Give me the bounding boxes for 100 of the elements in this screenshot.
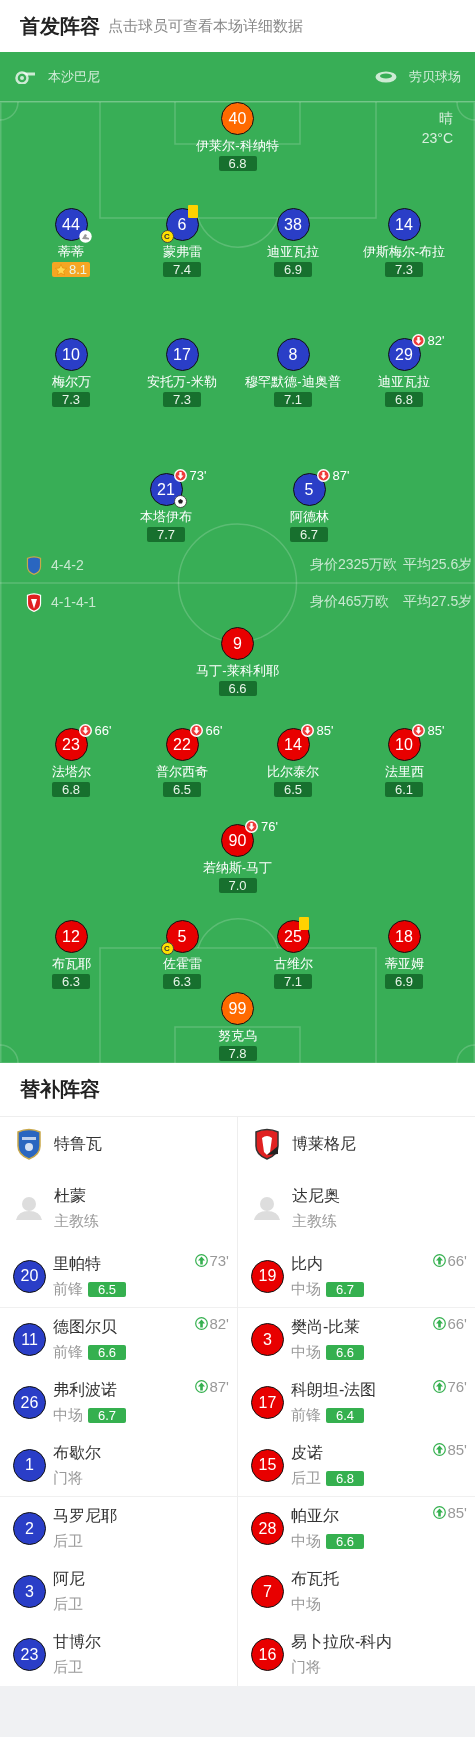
rating-badge: 6.6 (326, 1345, 364, 1360)
rating-badge: 6.6 (88, 1345, 126, 1360)
star-icon (54, 263, 67, 276)
player-marker[interactable]: 14 (276, 728, 310, 761)
player-marker[interactable]: 23 (54, 728, 88, 761)
player-name: 古维尔 (273, 956, 313, 972)
player-name: 梅尔万 (51, 374, 91, 390)
player-marker[interactable]: 14 (387, 208, 421, 241)
player-name: 若纳斯-马丁 (202, 860, 273, 876)
player-marker[interactable]: 40 (221, 102, 254, 135)
substitution-out-icon (411, 334, 425, 347)
player-marker[interactable]: 20 (13, 1259, 46, 1293)
coach-role: 主教练 (292, 1211, 338, 1231)
player-position: 前锋 (53, 1279, 83, 1299)
rating-badge: 6.8 (218, 156, 257, 171)
formation-text: 4-4-2 (51, 557, 84, 573)
player-marker[interactable]: 5 (292, 473, 326, 506)
player-marker[interactable]: 25 (276, 920, 310, 953)
player-marker[interactable]: 99 (221, 992, 254, 1025)
rating-badge: 6.5 (88, 1281, 126, 1297)
player-position: 门将 (53, 1468, 83, 1488)
player-marker[interactable]: 7 (251, 1575, 284, 1608)
rating-badge: 6.3 (52, 974, 90, 989)
substitution-minute: 87' (209, 1378, 229, 1395)
player-marker[interactable]: 26 (13, 1386, 46, 1419)
player-name: 伊莱尔-科纳特 (196, 138, 279, 154)
player-marker[interactable]: 17 (251, 1386, 284, 1419)
rating-badge: 7.3 (52, 392, 90, 407)
rating-badge: 6.6 (326, 1534, 364, 1549)
player-marker[interactable]: 9 (221, 627, 254, 660)
player-marker[interactable]: 29 (387, 338, 421, 371)
player-marker[interactable]: 44 (54, 208, 88, 241)
substitution-in-icon (433, 1254, 447, 1267)
rating-badge: 6.8 (52, 782, 90, 797)
player-name: 蒂蒂 (58, 244, 84, 260)
club-crest-icon (254, 1128, 280, 1160)
squad-value: 身价2325万欧 (310, 556, 399, 574)
substitution-minute: 76' (261, 819, 278, 834)
section-title: 首发阵容 (20, 13, 100, 39)
player-marker[interactable]: 1 (13, 1448, 46, 1482)
rating-badge: 7.3 (385, 262, 423, 277)
player-marker[interactable]: 12 (54, 920, 88, 953)
player-name: 穆罕默德-迪奥普 (245, 374, 341, 390)
stadium-icon (375, 70, 397, 83)
player-name: 马罗尼耶 (53, 1506, 117, 1526)
substitution-in-icon (195, 1317, 209, 1330)
club-crest-icon (26, 592, 42, 612)
player-position: 后卫 (53, 1532, 83, 1551)
rating-badge: 6.8 (326, 1470, 364, 1486)
player-marker[interactable]: 15 (251, 1448, 284, 1482)
player-marker[interactable]: 3 (251, 1323, 284, 1356)
rating-badge: 6.7 (290, 527, 328, 542)
player-marker[interactable]: 90 (221, 824, 254, 857)
player-marker[interactable]: 38 (276, 208, 310, 241)
player-position: 中场 (291, 1532, 321, 1551)
substitution-minute: 85' (447, 1504, 467, 1521)
substitution-out-icon (300, 724, 314, 737)
player-position: 前锋 (291, 1406, 321, 1425)
rating-badge: 6.3 (163, 974, 201, 989)
player-marker[interactable]: 23 (13, 1638, 46, 1671)
avatar-placeholder-icon (254, 1196, 280, 1220)
player-name: 佐霍雷 (162, 956, 202, 972)
player-position: 中场 (291, 1279, 321, 1299)
substitution-out-icon (316, 469, 330, 482)
player-name: 伊斯梅尔-布拉 (362, 244, 446, 260)
rating-badge: 7.0 (218, 878, 257, 893)
player-name: 马丁-莱科利耶 (196, 663, 279, 679)
player-name: 布瓦耶 (51, 956, 91, 972)
avatar-placeholder-icon (16, 1196, 42, 1220)
substitution-minute: 85' (447, 1441, 467, 1458)
rating-badge: 7.4 (163, 262, 201, 277)
player-marker[interactable]: 8 (276, 338, 310, 371)
player-name: 本塔伊布 (140, 509, 192, 525)
substitution-minute: 76' (447, 1378, 467, 1395)
player-marker[interactable]: 22 (165, 728, 199, 761)
player-position: 后卫 (291, 1468, 321, 1488)
player-marker[interactable]: 11 (13, 1323, 46, 1356)
player-marker[interactable]: 17 (165, 338, 199, 371)
player-position: 中场 (291, 1595, 321, 1614)
player-name: 德图尔贝 (53, 1317, 118, 1337)
average-age: 平均25.6岁 (403, 556, 474, 574)
player-marker[interactable]: 28 (251, 1512, 284, 1545)
player-position: 后卫 (53, 1658, 83, 1677)
player-marker[interactable]: 10 (54, 338, 88, 371)
substitution-in-icon (433, 1443, 447, 1456)
average-age: 平均27.5岁 (403, 593, 474, 611)
substitution-out-icon (411, 724, 425, 737)
player-marker[interactable]: 19 (251, 1259, 284, 1293)
player-name: 甘博尔 (53, 1632, 101, 1652)
rating-badge: 7.1 (274, 974, 312, 989)
player-marker[interactable]: 18 (387, 920, 421, 953)
rating-badge: 6.8 (385, 392, 423, 407)
player-marker[interactable]: 10 (387, 728, 421, 761)
player-marker[interactable]: 2 (13, 1512, 46, 1545)
squad-value: 身价465万欧 (310, 593, 391, 611)
coach-role: 主教练 (54, 1211, 99, 1231)
club-crest-icon (16, 1128, 42, 1160)
player-marker[interactable]: 16 (251, 1638, 284, 1671)
player-marker[interactable]: 3 (13, 1575, 46, 1608)
player-name: 樊尚-比莱 (291, 1317, 362, 1337)
